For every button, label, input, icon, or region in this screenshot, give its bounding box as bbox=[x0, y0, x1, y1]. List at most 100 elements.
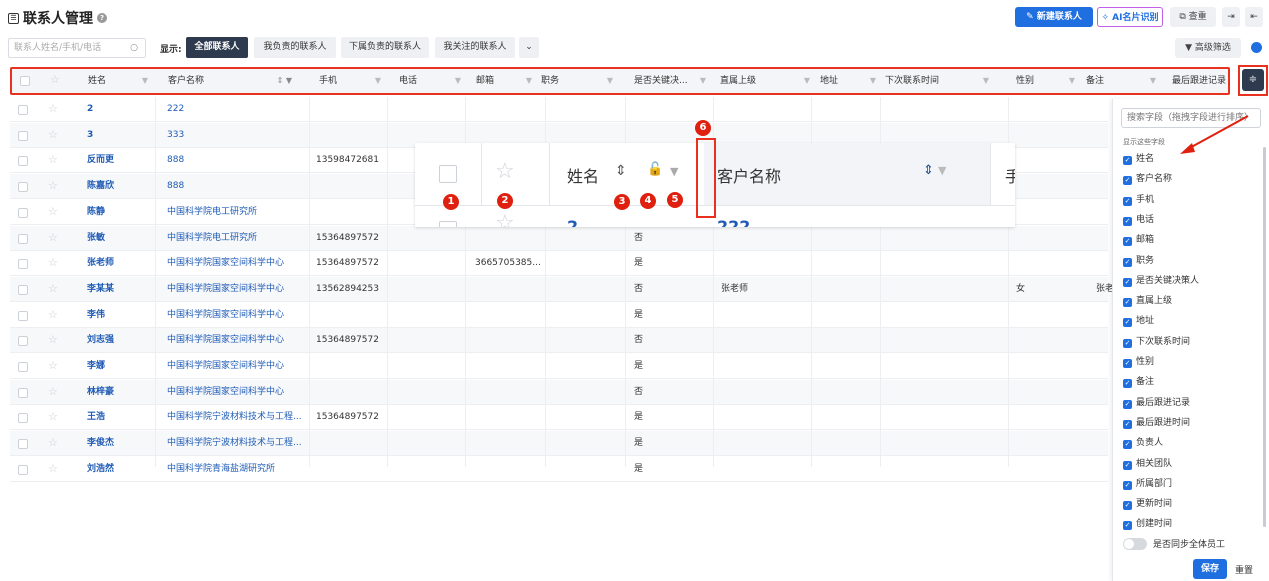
field-item[interactable]: ✓ 相关团队 bbox=[1123, 457, 1172, 471]
row-checkbox[interactable] bbox=[18, 336, 28, 347]
column-header[interactable]: 是否关键决... ▼ bbox=[634, 69, 712, 93]
star-icon[interactable]: ☆ bbox=[48, 385, 58, 398]
star-icon[interactable]: ☆ bbox=[48, 436, 58, 449]
pie-chart-icon[interactable] bbox=[1251, 42, 1262, 53]
row-name[interactable]: 刘浩然 bbox=[87, 457, 114, 482]
row-checkbox[interactable] bbox=[18, 439, 28, 450]
table-row[interactable]: ☆ 李俊杰 中国科学院宁波材料技术与工程... 是 bbox=[10, 431, 1108, 457]
table-row[interactable]: ☆ 李某某 中国科学院国家空间科学中心 13562894253 否张老师女张老 bbox=[10, 276, 1114, 302]
checkbox-checked-icon[interactable]: ✓ bbox=[1123, 338, 1132, 348]
row-customer[interactable]: 中国科学院电工研究所 bbox=[167, 200, 257, 225]
row-checkbox[interactable] bbox=[18, 156, 28, 167]
field-item[interactable]: ✓ 是否关键决策人 bbox=[1123, 274, 1199, 288]
row-customer[interactable]: 222 bbox=[167, 97, 184, 122]
tab-my-contacts[interactable]: 我负责的联系人 bbox=[254, 37, 336, 58]
star-icon[interactable]: ☆ bbox=[48, 462, 58, 475]
field-item[interactable]: ✓ 姓名 bbox=[1123, 152, 1154, 166]
row-name[interactable]: 陈静 bbox=[87, 200, 105, 225]
row-customer[interactable]: 中国科学院青海盐湖研究所 bbox=[167, 457, 275, 482]
checkbox-checked-icon[interactable]: ✓ bbox=[1123, 379, 1132, 389]
tab-followed-contacts[interactable]: 我关注的联系人 bbox=[435, 37, 515, 58]
row-customer[interactable]: 中国科学院国家空间科学中心 bbox=[167, 277, 284, 302]
table-row[interactable]: ☆ 2 222 bbox=[10, 97, 1108, 122]
column-header[interactable]: 最后跟进记录 bbox=[1172, 69, 1230, 93]
search-icon[interactable]: ○ bbox=[130, 39, 138, 57]
row-customer[interactable]: 888 bbox=[167, 148, 184, 173]
field-item[interactable]: ✓ 创建时间 bbox=[1123, 517, 1172, 531]
table-row[interactable]: ☆ 张老师 中国科学院国家空间科学中心 15364897572 3665705385..… bbox=[10, 251, 1108, 277]
sync-toggle[interactable] bbox=[1123, 538, 1147, 550]
row-name[interactable]: 林梓豪 bbox=[87, 380, 114, 405]
row-customer[interactable]: 中国科学院国家空间科学中心 bbox=[167, 380, 284, 405]
checkbox-checked-icon[interactable]: ✓ bbox=[1123, 480, 1132, 490]
star-icon[interactable]: ☆ bbox=[48, 205, 58, 218]
advanced-filter-button[interactable]: ▼ 高级筛选 bbox=[1175, 38, 1241, 58]
row-checkbox[interactable] bbox=[18, 182, 28, 193]
row-checkbox[interactable] bbox=[18, 310, 28, 321]
column-header[interactable]: 职务 ▼ bbox=[541, 69, 619, 93]
field-item[interactable]: ✓ 邮箱 bbox=[1123, 233, 1154, 247]
field-item[interactable]: ✓ 性别 bbox=[1123, 355, 1154, 369]
row-name[interactable]: 李某某 bbox=[87, 277, 114, 302]
table-row[interactable]: ☆ 刘浩然 中国科学院青海盐湖研究所 是 bbox=[10, 457, 1108, 482]
row-checkbox[interactable] bbox=[18, 130, 28, 141]
tab-subordinate-contacts[interactable]: 下属负责的联系人 bbox=[341, 37, 429, 58]
row-name[interactable]: 陈嘉欣 bbox=[87, 174, 114, 199]
save-button[interactable]: 保存 bbox=[1193, 559, 1227, 579]
row-customer[interactable]: 中国科学院宁波材料技术与工程... bbox=[167, 405, 302, 430]
row-name[interactable]: 李俊杰 bbox=[87, 431, 114, 456]
table-row[interactable]: ☆ 李伟 中国科学院国家空间科学中心 是 bbox=[10, 303, 1108, 328]
column-header[interactable]: 直属上级 ▼ bbox=[720, 69, 816, 93]
row-name[interactable]: 3 bbox=[87, 123, 93, 148]
checkbox-checked-icon[interactable]: ✓ bbox=[1123, 277, 1132, 287]
column-header[interactable]: 地址 ▼ bbox=[820, 69, 882, 93]
star-icon[interactable]: ☆ bbox=[48, 179, 58, 192]
select-all-checkbox[interactable] bbox=[20, 76, 30, 86]
field-item[interactable]: ✓ 电话 bbox=[1123, 213, 1154, 227]
scrollbar[interactable] bbox=[1263, 147, 1266, 527]
column-header[interactable]: 性别 ▼ bbox=[1016, 69, 1081, 93]
row-customer[interactable]: 中国科学院宁波材料技术与工程... bbox=[167, 431, 302, 456]
checkbox-checked-icon[interactable]: ✓ bbox=[1123, 156, 1132, 165]
checkbox-checked-icon[interactable]: ✓ bbox=[1123, 521, 1132, 531]
star-icon[interactable]: ☆ bbox=[48, 308, 58, 321]
row-name[interactable]: 王浩 bbox=[87, 405, 105, 430]
field-item[interactable]: ✓ 下次联系时间 bbox=[1123, 335, 1190, 349]
star-icon[interactable]: ☆ bbox=[48, 359, 58, 372]
star-icon[interactable]: ☆ bbox=[48, 102, 58, 115]
checkbox-checked-icon[interactable]: ✓ bbox=[1123, 176, 1132, 186]
export-button[interactable]: ⇤ bbox=[1245, 7, 1263, 27]
checkbox-checked-icon[interactable]: ✓ bbox=[1123, 298, 1132, 308]
row-checkbox[interactable] bbox=[18, 259, 28, 270]
row-name[interactable]: 李娜 bbox=[87, 354, 105, 379]
row-customer[interactable]: 中国科学院国家空间科学中心 bbox=[167, 303, 284, 328]
column-header[interactable]: 下次联系时间 ▼ bbox=[885, 69, 995, 93]
star-icon[interactable]: ☆ bbox=[48, 282, 58, 295]
column-header[interactable]: 备注 ▼ bbox=[1086, 69, 1162, 93]
reset-button[interactable]: 重置 bbox=[1235, 563, 1253, 576]
row-checkbox[interactable] bbox=[18, 413, 28, 424]
checkbox-checked-icon[interactable]: ✓ bbox=[1123, 460, 1132, 470]
field-item[interactable]: ✓ 更新时间 bbox=[1123, 497, 1172, 511]
field-item[interactable]: ✓ 地址 bbox=[1123, 314, 1154, 328]
row-checkbox[interactable] bbox=[18, 362, 28, 372]
row-checkbox[interactable] bbox=[18, 464, 28, 475]
field-item[interactable]: ✓ 最后跟进记录 bbox=[1123, 396, 1190, 410]
field-item[interactable]: ✓ 最后跟进时间 bbox=[1123, 416, 1190, 430]
row-name[interactable]: 2 bbox=[87, 97, 93, 122]
import-button[interactable]: ⇥ bbox=[1222, 7, 1240, 27]
column-header[interactable]: 客户名称 ⇕ ▼ bbox=[168, 69, 298, 93]
column-header[interactable]: 电话 ▼ bbox=[399, 69, 467, 93]
row-checkbox[interactable] bbox=[18, 387, 28, 398]
row-name[interactable]: 反而更 bbox=[87, 148, 114, 173]
column-header[interactable]: 手机 ▼ bbox=[319, 69, 387, 93]
new-contact-button[interactable]: ✎ 新建联系人 bbox=[1015, 7, 1093, 27]
field-item[interactable]: ✓ 直属上级 bbox=[1123, 294, 1172, 308]
table-row[interactable]: ☆ 王浩 中国科学院宁波材料技术与工程... 15364897572 是 bbox=[10, 405, 1108, 431]
checkbox-checked-icon[interactable]: ✓ bbox=[1123, 399, 1132, 409]
checkbox-checked-icon[interactable]: ✓ bbox=[1123, 318, 1132, 328]
row-checkbox[interactable] bbox=[18, 105, 28, 115]
row-checkbox[interactable] bbox=[18, 233, 28, 244]
table-row[interactable]: ☆ 张敏 中国科学院电工研究所 15364897572 否 bbox=[10, 225, 1108, 251]
star-icon[interactable]: ☆ bbox=[48, 410, 58, 423]
